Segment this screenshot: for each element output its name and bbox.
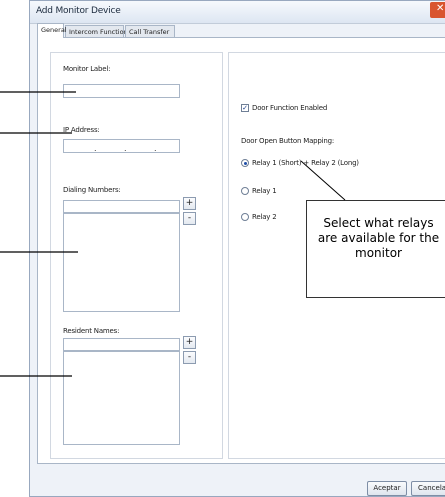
annotation-lines xyxy=(0,91,346,377)
tab-general[interactable]: General xyxy=(37,23,67,38)
callout-pointer-line xyxy=(300,160,346,201)
